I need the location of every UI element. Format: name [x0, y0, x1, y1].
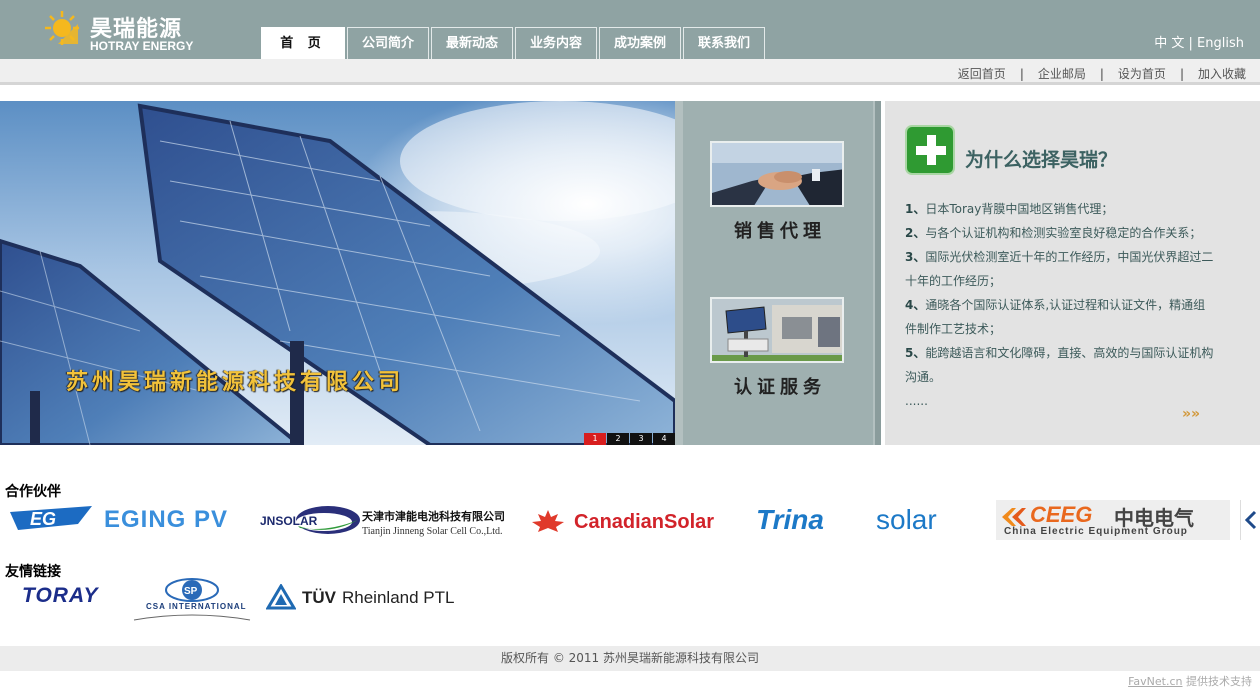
reason-number: 3、	[905, 250, 926, 264]
reason-text: 国际光伏检测室近十年的工作经历，中国光伏界超过二十年的工作经历；	[905, 250, 1214, 288]
why-choose-title: 为什么选择昊瑞？	[965, 149, 1118, 171]
jnsolar-cn: 天津市津能电池科技有限公司	[362, 510, 505, 523]
friend-link-toray[interactable]: TORAY	[22, 582, 126, 622]
certification-label: 认证服务	[734, 377, 826, 398]
eging-text: EGING PV	[104, 506, 229, 533]
nav-tab-news[interactable]: 最新动态	[431, 27, 513, 59]
friend-link-csa[interactable]: SP CSA INTERNATIONAL	[132, 576, 256, 622]
reason-text: 与各个认证机构和检测实验室良好稳定的合作关系；	[925, 226, 1202, 240]
ceeg-sub-text: China Electric Equipment Group	[1004, 526, 1188, 537]
favnet-link[interactable]: FavNet.cn	[1128, 675, 1182, 688]
reason-number: 2、	[905, 226, 926, 240]
reason-list: 1、日本Toray背膜中国地区销售代理； 2、与各个认证机构和检测实验室良好稳定…	[905, 197, 1215, 413]
services-column: 销售代理 认证服务	[675, 101, 881, 445]
partner-logo-ceeg[interactable]: CEEG 中电电气 China Electric Equipment Group	[996, 500, 1230, 540]
reason-text: 能跨越语言和文化障碍，直接、高效的与国际认证机构沟通。	[905, 346, 1214, 384]
friend-links-strip: TORAY SP CSA INTERNATIONAL TÜV Rheinland…	[0, 576, 1260, 624]
tuv-text: TÜV	[302, 588, 336, 607]
reason-ellipsis: ......	[905, 394, 928, 408]
pager-button-3[interactable]: 3	[630, 433, 652, 445]
main-nav: 首 页 公司简介 最新动态 业务内容 成功案例 联系我们	[261, 27, 767, 59]
back-home-link[interactable]: 返回首页	[958, 67, 1006, 81]
sun-logo-icon	[45, 11, 79, 45]
reason-item: 1、日本Toray背膜中国地区销售代理；	[905, 197, 1215, 221]
eging-mark-text: EG	[30, 509, 56, 529]
lang-chinese-link[interactable]: 中 文	[1154, 36, 1184, 51]
handshake-photo	[710, 141, 844, 207]
services-panel: 销售代理 认证服务	[683, 101, 873, 445]
nav-tab-home[interactable]: 首 页	[261, 27, 345, 59]
banner-caption: 苏州昊瑞新能源科技有限公司	[66, 370, 405, 395]
jnsolar-sub: Tianjin Jinneng Solar Cell Co.,Ltd.	[362, 526, 503, 537]
jnsolar-en: JNSOLAR	[260, 514, 318, 528]
reason-number: 5、	[905, 346, 926, 360]
reason-item: 5、能跨越语言和文化障碍，直接、高效的与国际认证机构沟通。	[905, 341, 1215, 389]
csa-mark-text: SP	[184, 586, 198, 597]
csa-text: CSA INTERNATIONAL	[146, 602, 247, 611]
tech-support-note: FavNet.cn 提供技术支持	[1128, 673, 1252, 689]
utility-bar: 返回首页 | 企业邮局 | 设为首页 | 加入收藏	[0, 59, 1260, 85]
pager-button-1[interactable]: 1	[584, 433, 606, 445]
copyright-text: 版权所有 © 2011 苏州昊瑞新能源科技有限公司	[501, 651, 759, 665]
ceeg-text: CEEG	[1030, 502, 1093, 527]
reason-text: 日本Toray背膜中国地区销售代理；	[925, 202, 1114, 216]
trina-text: Trina	[756, 504, 824, 535]
separator: |	[1099, 67, 1104, 81]
ceeg-chevron-icon	[1002, 508, 1026, 526]
partner-logo-jnsolar[interactable]: JNSOLAR 天津市津能电池科技有限公司 Tianjin Jinneng So…	[258, 500, 518, 540]
toray-text: TORAY	[22, 584, 99, 607]
separator: |	[1179, 67, 1184, 81]
logo[interactable]: 昊瑞能源 HOTRAY ENERGY	[44, 8, 214, 54]
separator: |	[1019, 67, 1024, 81]
certification-service[interactable]: 认证服务	[710, 297, 850, 399]
banner-pager: 1 2 3 4	[583, 433, 675, 445]
pager-button-2[interactable]: 2	[607, 433, 629, 445]
set-homepage-link[interactable]: 设为首页	[1118, 67, 1166, 81]
reason-item: 3、国际光伏检测室近十年的工作经历，中国光伏界超过二十年的工作经历；	[905, 245, 1215, 293]
tuv-triangle-icon	[266, 584, 296, 610]
partner-logo-strip: EG EGING PV JNSOLAR 天津市津能电池科技有限公司 Tianji…	[0, 496, 1260, 542]
utility-links: 返回首页 | 企业邮局 | 设为首页 | 加入收藏	[958, 65, 1246, 82]
nav-tab-cases[interactable]: 成功案例	[599, 27, 681, 59]
partner-logo-trina-solar[interactable]: Trina solar	[756, 500, 982, 540]
green-plus-icon	[905, 125, 955, 175]
more-arrow-icon[interactable]: »»	[1182, 406, 1200, 422]
enterprise-mail-link[interactable]: 企业邮局	[1038, 67, 1086, 81]
solar-text: solar	[876, 504, 937, 535]
eging-mark-icon: EG	[10, 506, 92, 530]
why-choose-section: 为什么选择昊瑞？ 1、日本Toray背膜中国地区销售代理； 2、与各个认证机构和…	[885, 101, 1260, 445]
sales-agency-label: 销售代理	[734, 221, 826, 242]
nav-tab-about[interactable]: 公司简介	[347, 27, 429, 59]
lang-separator: |	[1188, 36, 1193, 51]
reason-item: 2、与各个认证机构和检测实验室良好稳定的合作关系；	[905, 221, 1215, 245]
csa-globe-icon: SP	[133, 578, 251, 621]
partner-logo-canadian-solar[interactable]: CanadianSolar	[528, 500, 740, 540]
logo-english-name: HOTRAY ENERGY	[90, 39, 194, 53]
partner-logo-eging[interactable]: EG EGING PV	[8, 500, 248, 540]
nav-tab-contact[interactable]: 联系我们	[683, 27, 765, 59]
pager-button-4[interactable]: 4	[653, 433, 675, 445]
rheinland-text: Rheinland PTL	[342, 588, 455, 607]
reason-item: 4、通晓各个国际认证体系,认证过程和认证文件，精通组件制作工艺技术；	[905, 293, 1215, 341]
lang-english-link[interactable]: English	[1197, 36, 1244, 51]
nav-tab-business[interactable]: 业务内容	[515, 27, 597, 59]
header: 昊瑞能源 HOTRAY ENERGY 首 页 公司简介 最新动态 业务内容 成功…	[0, 0, 1260, 59]
maple-leaf-icon	[532, 510, 564, 532]
add-favorite-link[interactable]: 加入收藏	[1198, 67, 1246, 81]
reason-number: 1、	[905, 202, 926, 216]
certification-photo	[710, 297, 844, 363]
hero-banner[interactable]: 苏州昊瑞新能源科技有限公司 1 2 3 4	[0, 101, 675, 445]
partial-logo-icon	[1245, 510, 1257, 530]
language-switcher: 中 文 | English	[1154, 32, 1244, 51]
friend-link-tuv[interactable]: TÜV Rheinland PTL	[266, 582, 466, 622]
tech-support-text: 提供技术支持	[1186, 675, 1252, 688]
sales-agency-service[interactable]: 销售代理	[710, 141, 850, 243]
canadian-solar-text: CanadianSolar	[574, 511, 715, 533]
reason-text: 通晓各个国际认证体系,认证过程和认证文件，精通组件制作工艺技术；	[905, 298, 1206, 336]
footer: 版权所有 © 2011 苏州昊瑞新能源科技有限公司	[0, 646, 1260, 671]
reason-number: 4、	[905, 298, 926, 312]
page: 昊瑞能源 HOTRAY ENERGY 首 页 公司简介 最新动态 业务内容 成功…	[0, 0, 1260, 693]
services-divider	[875, 101, 881, 445]
partner-logo-next[interactable]	[1240, 500, 1260, 540]
